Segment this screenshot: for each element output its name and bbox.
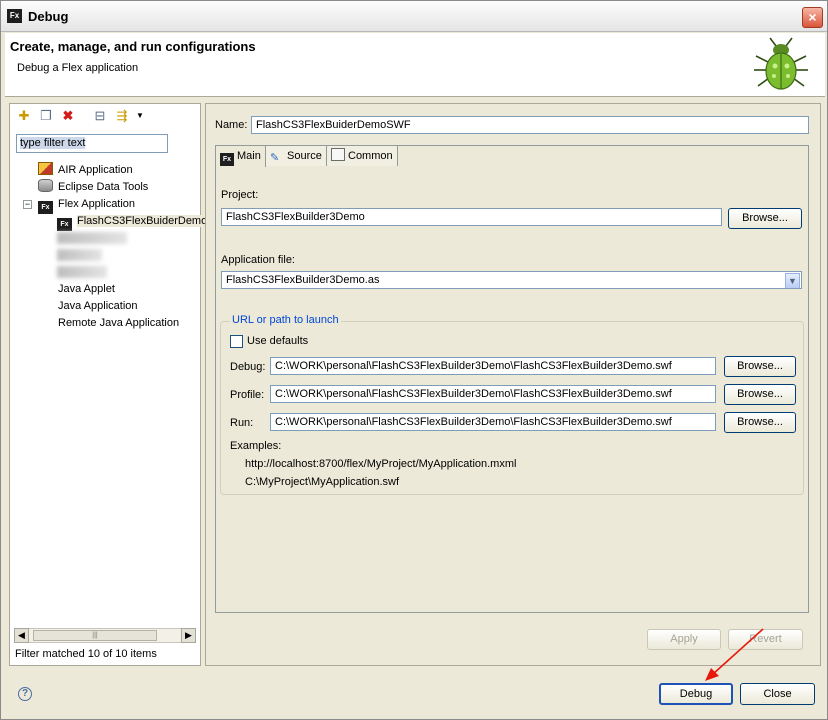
configuration-form: Name: FlashCS3FlexBuiderDemoSWF Fx Main ✎… xyxy=(205,103,821,666)
tree-item-label: AIR Application xyxy=(58,164,133,176)
tree-item-label: Flex Application xyxy=(58,198,136,210)
dialog-header: Create, manage, and run configurations D… xyxy=(5,33,825,97)
name-field[interactable]: FlashCS3FlexBuiderDemoSWF xyxy=(251,116,809,134)
url-group-legend: URL or path to launch xyxy=(230,314,341,326)
delete-icon[interactable]: ✖ xyxy=(60,108,76,124)
application-file-select[interactable]: FlashCS3FlexBuilder3Demo.as ▼ xyxy=(221,271,802,289)
tab-main[interactable]: Fx Main xyxy=(215,145,266,167)
example-path: C:\MyProject\MyApplication.swf xyxy=(245,476,400,488)
url-group: URL or path to launch Use defaults Debug… xyxy=(220,314,804,495)
run-path-field[interactable]: C:\WORK\personal\FlashCS3FlexBuilder3Dem… xyxy=(270,413,716,431)
tree-item-label: Eclipse Data Tools xyxy=(58,181,149,193)
new-configuration-icon[interactable]: ✚ xyxy=(16,108,32,124)
fx-icon: Fx xyxy=(220,153,234,166)
use-defaults-label: Use defaults xyxy=(247,335,309,347)
examples-label: Examples: xyxy=(230,440,282,452)
collapse-toggle[interactable]: − xyxy=(23,200,32,209)
redacted-item xyxy=(57,266,107,278)
debug-browse-button[interactable]: Browse... xyxy=(724,356,796,377)
run-browse-button[interactable]: Browse... xyxy=(724,412,796,433)
debug-path-field[interactable]: C:\WORK\personal\FlashCS3FlexBuilder3Dem… xyxy=(270,357,716,375)
fx-icon: Fx xyxy=(7,9,22,23)
bug-icon xyxy=(754,37,808,90)
name-label: Name: xyxy=(215,119,248,131)
tree-item-java-application[interactable]: Java Application xyxy=(58,298,138,314)
profile-path-label: Profile: xyxy=(230,389,265,401)
window-title: Debug xyxy=(28,9,69,24)
tab-label: Main xyxy=(237,150,261,162)
project-label: Project: xyxy=(221,189,259,201)
run-path-label: Run: xyxy=(230,417,254,429)
scroll-right-icon[interactable]: ▶ xyxy=(181,628,196,643)
tree-item-label: FlashCS3FlexBuiderDemo xyxy=(77,215,210,227)
application-file-value: FlashCS3FlexBuilder3Demo.as xyxy=(226,274,380,286)
header-subtitle: Debug a Flex application xyxy=(17,62,139,74)
chevron-down-icon[interactable]: ▼ xyxy=(785,273,800,288)
fx-icon: Fx xyxy=(57,218,72,231)
collapse-all-icon[interactable]: ⊟ xyxy=(92,108,108,124)
fx-icon: Fx xyxy=(38,201,53,214)
close-window-button[interactable]: × xyxy=(802,7,823,28)
scroll-thumb[interactable]: ||| xyxy=(33,630,157,641)
project-field[interactable]: FlashCS3FlexBuilder3Demo xyxy=(221,208,722,226)
air-icon xyxy=(38,162,53,175)
duplicate-icon[interactable]: ❐ xyxy=(38,108,54,124)
filter-status: Filter matched 10 of 10 items xyxy=(15,648,157,660)
filter-icon[interactable]: ⇶ xyxy=(114,108,130,124)
profile-path-field[interactable]: C:\WORK\personal\FlashCS3FlexBuilder3Dem… xyxy=(270,385,716,403)
tree-item-air-application[interactable]: AIR Application xyxy=(38,162,133,178)
filter-placeholder: type filter text xyxy=(20,137,86,149)
tree-item-flashcs3flexbuiderdemo[interactable]: Fx FlashCS3FlexBuiderDemo xyxy=(57,213,210,231)
use-defaults-checkbox[interactable] xyxy=(230,335,243,348)
tab-label: Common xyxy=(348,150,393,162)
tree-item-label: Remote Java Application xyxy=(58,317,180,329)
tab-common[interactable]: Common xyxy=(326,145,398,166)
tree-item-java-applet[interactable]: Java Applet xyxy=(58,281,115,297)
left-toolbar: ✚ ❐ ✖ ⊟ ⇶ ▼ xyxy=(10,104,200,128)
help-icon[interactable]: ? xyxy=(18,687,32,701)
redacted-item xyxy=(57,232,127,244)
database-icon xyxy=(38,179,53,192)
title-bar: Fx Debug × xyxy=(1,1,827,32)
tree-item-remote-java-application[interactable]: Remote Java Application xyxy=(58,315,179,331)
tree-item-label: Java Applet xyxy=(58,283,115,295)
application-file-label: Application file: xyxy=(221,254,295,266)
profile-browse-button[interactable]: Browse... xyxy=(724,384,796,405)
tab-source[interactable]: ✎ Source xyxy=(265,145,327,166)
tab-label: Source xyxy=(287,150,322,162)
scroll-left-icon[interactable]: ◀ xyxy=(14,628,29,643)
redacted-item xyxy=(57,249,102,261)
tree-item-label: Java Application xyxy=(58,300,138,312)
debug-dialog: Fx Debug × Create, manage, and run confi… xyxy=(0,0,828,720)
tree-item-flex-application[interactable]: Fx Flex Application xyxy=(38,196,136,214)
horizontal-scrollbar[interactable]: ◀ ||| ▶ xyxy=(14,628,196,643)
tree-item-eclipse-data-tools[interactable]: Eclipse Data Tools xyxy=(38,179,148,195)
debug-button[interactable]: Debug xyxy=(659,683,733,705)
configuration-tree-panel: ✚ ❐ ✖ ⊟ ⇶ ▼ type filter text AIR Applica… xyxy=(9,103,210,666)
debug-path-label: Debug: xyxy=(230,361,266,373)
header-title: Create, manage, and run configurations xyxy=(10,39,256,54)
project-browse-button[interactable]: Browse... xyxy=(728,208,802,229)
common-icon xyxy=(331,148,345,161)
example-url: http://localhost:8700/flex/MyProject/MyA… xyxy=(245,458,517,470)
chevron-down-icon[interactable]: ▼ xyxy=(132,108,148,124)
source-icon: ✎ xyxy=(270,152,280,164)
filter-input[interactable]: type filter text xyxy=(16,134,168,153)
close-button[interactable]: Close xyxy=(740,683,815,705)
annotation-arrow xyxy=(705,628,764,681)
